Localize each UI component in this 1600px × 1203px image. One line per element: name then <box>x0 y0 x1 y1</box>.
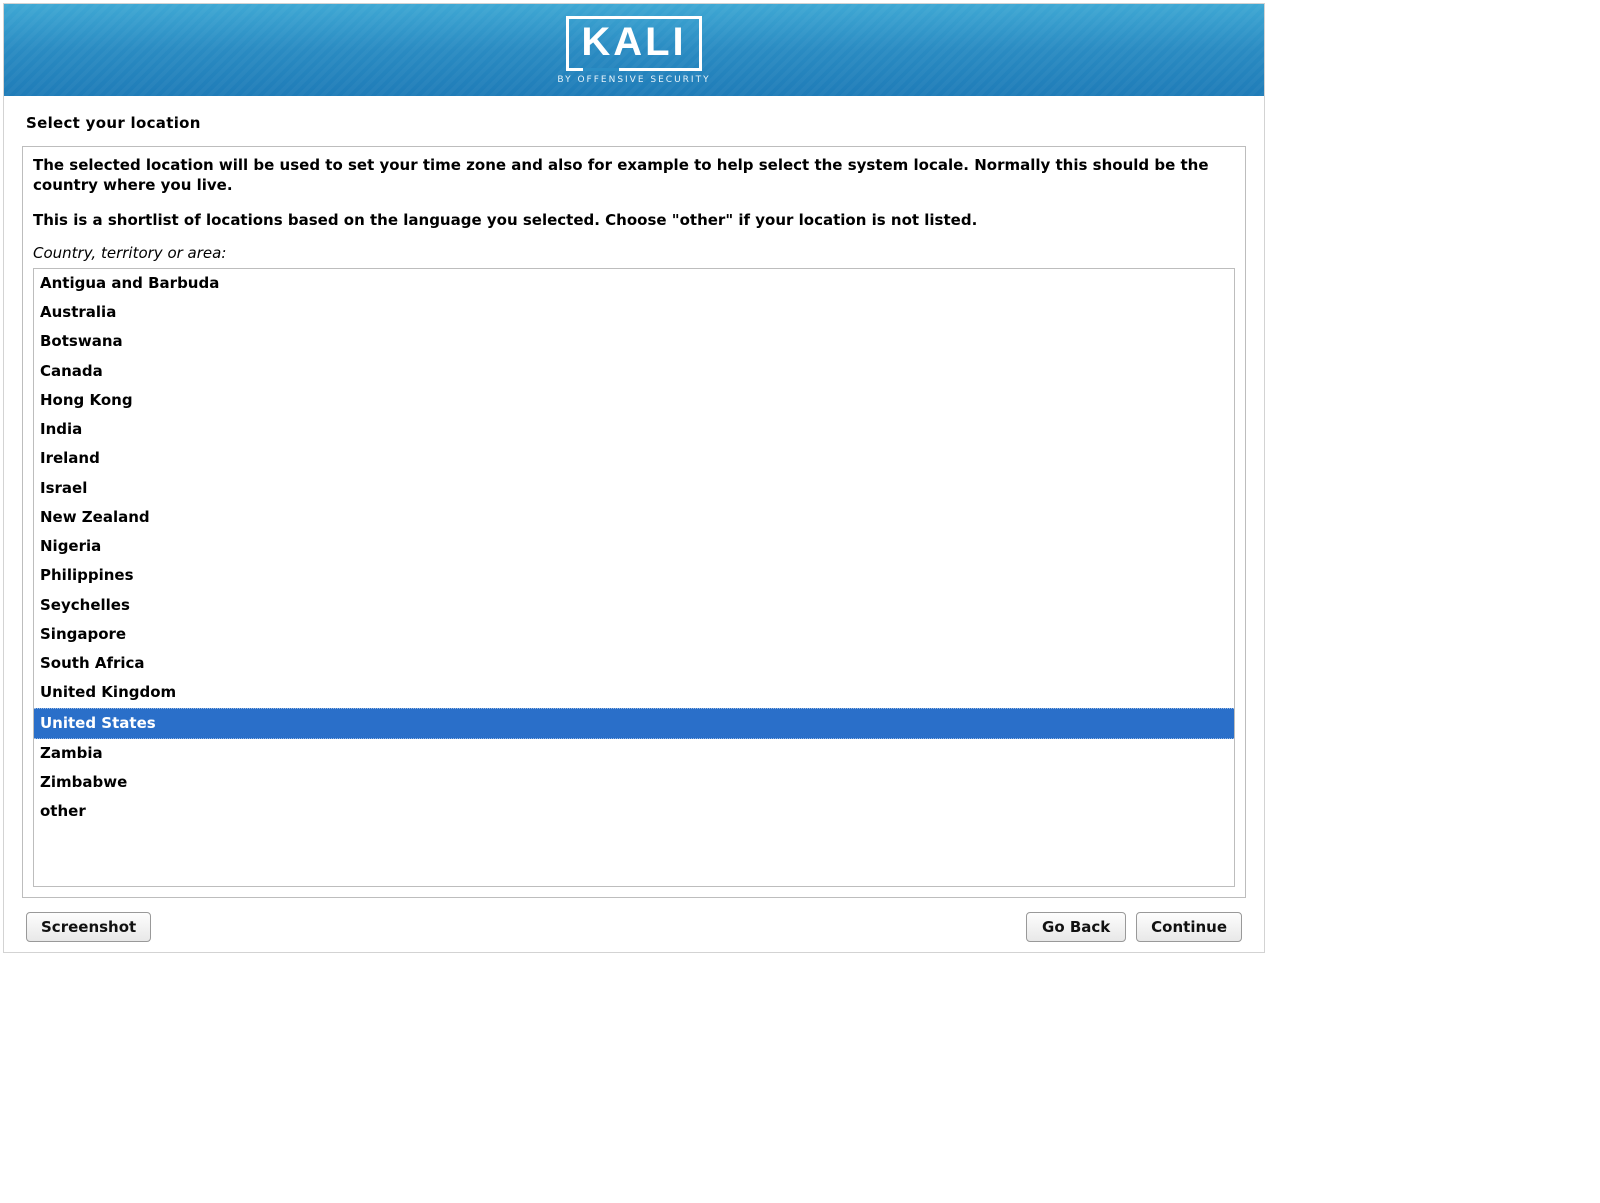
description-paragraph-2: This is a shortlist of locations based o… <box>33 210 1235 230</box>
location-option[interactable]: Zimbabwe <box>34 768 1234 797</box>
location-option[interactable]: Australia <box>34 298 1234 327</box>
banner-header: KALI BY OFFENSIVE SECURITY <box>4 4 1264 96</box>
location-option[interactable]: United States <box>34 708 1234 739</box>
screenshot-button[interactable]: Screenshot <box>26 912 151 942</box>
location-option[interactable]: Nigeria <box>34 532 1234 561</box>
go-back-button[interactable]: Go Back <box>1026 912 1126 942</box>
location-option[interactable]: Zambia <box>34 739 1234 768</box>
location-option[interactable]: Botswana <box>34 327 1234 356</box>
field-label: Country, territory or area: <box>33 244 1235 262</box>
content-area: Select your location The selected locati… <box>4 96 1264 952</box>
location-listbox[interactable]: Antigua and BarbudaAustraliaBotswanaCana… <box>33 268 1235 887</box>
location-option[interactable]: New Zealand <box>34 503 1234 532</box>
location-option[interactable]: Ireland <box>34 444 1234 473</box>
location-option[interactable]: other <box>34 797 1234 826</box>
continue-button[interactable]: Continue <box>1136 912 1242 942</box>
location-option[interactable]: India <box>34 415 1234 444</box>
location-option[interactable]: South Africa <box>34 649 1234 678</box>
page-title: Select your location <box>22 96 1246 146</box>
location-option[interactable]: Canada <box>34 357 1234 386</box>
location-option[interactable]: Singapore <box>34 620 1234 649</box>
location-option[interactable]: Seychelles <box>34 591 1234 620</box>
button-bar: Screenshot Go Back Continue <box>22 912 1246 952</box>
location-option[interactable]: Hong Kong <box>34 386 1234 415</box>
location-option[interactable]: Philippines <box>34 561 1234 590</box>
description-paragraph-1: The selected location will be used to se… <box>33 155 1235 196</box>
kali-logo-subtitle: BY OFFENSIVE SECURITY <box>557 75 710 85</box>
main-panel: The selected location will be used to se… <box>22 146 1246 898</box>
kali-logo: KALI BY OFFENSIVE SECURITY <box>557 16 710 85</box>
kali-logo-text: KALI <box>581 22 686 62</box>
location-option[interactable]: Antigua and Barbuda <box>34 269 1234 298</box>
location-option[interactable]: Israel <box>34 474 1234 503</box>
location-option[interactable]: United Kingdom <box>34 678 1234 707</box>
kali-logo-frame: KALI <box>566 16 701 71</box>
installer-window: KALI BY OFFENSIVE SECURITY Select your l… <box>3 3 1265 953</box>
